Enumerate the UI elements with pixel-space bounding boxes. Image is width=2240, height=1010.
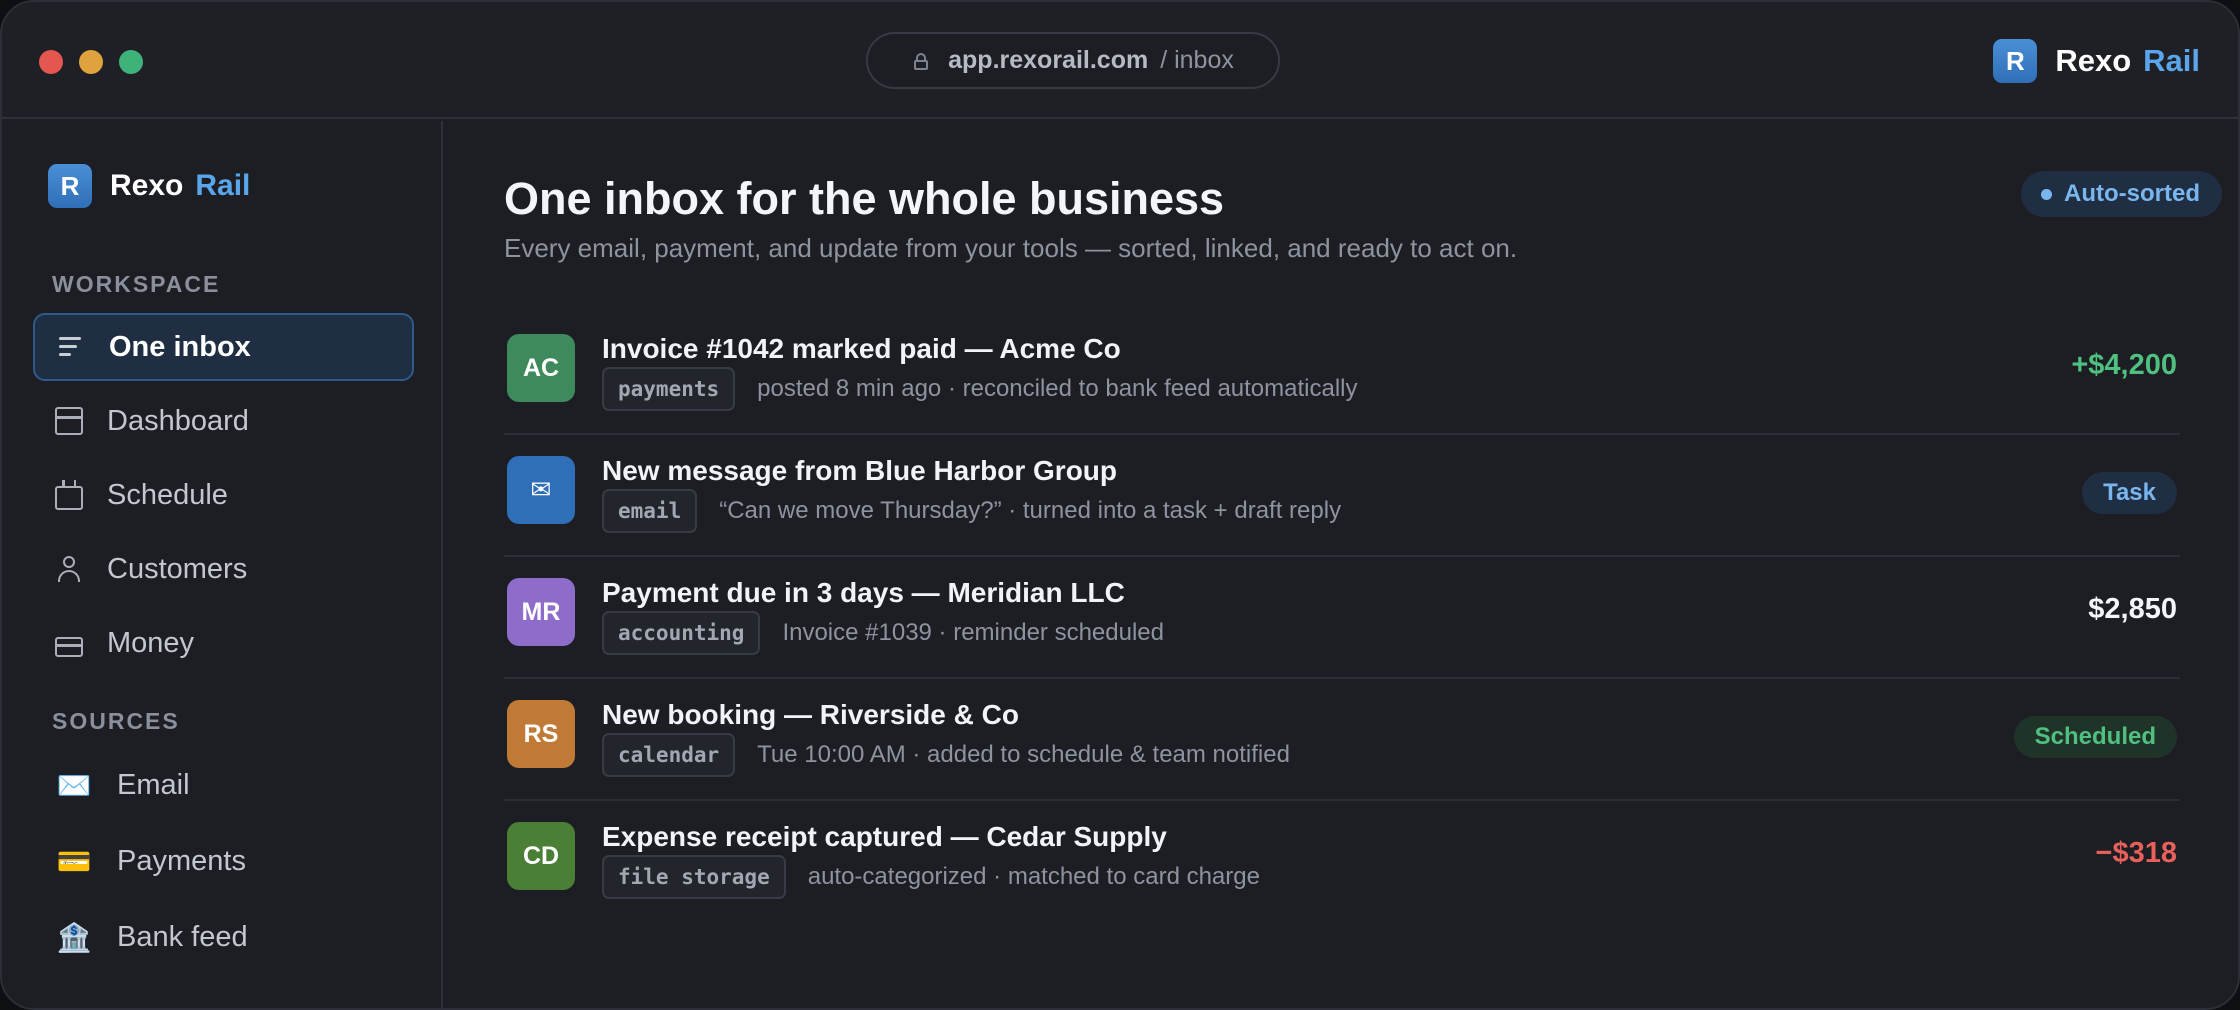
title-bar: app.rexorail.com / inbox R Rexo Rail <box>2 2 2238 119</box>
sidebar-brand[interactable]: R Rexo Rail <box>48 164 250 208</box>
auto-sorted-badge: Auto-sorted <box>2021 171 2222 217</box>
sidebar: R Rexo Rail WORKSPACE One inbox Dashboar… <box>2 121 443 1008</box>
sidebar-item-label: Bank feed <box>117 920 248 953</box>
row-amount: $2,850 <box>2088 593 2177 625</box>
section-label-workspace: WORKSPACE <box>52 271 221 297</box>
card-icon <box>55 637 83 657</box>
avatar: CD <box>507 822 575 890</box>
header-brand[interactable]: R Rexo Rail <box>1993 39 2200 83</box>
calendar-icon <box>55 480 83 510</box>
main-content: One inbox for the whole business Every e… <box>445 121 2238 1008</box>
sidebar-item-email[interactable]: ✉️ Email <box>33 751 414 819</box>
section-label-sources: SOURCES <box>52 708 180 734</box>
close-window-button[interactable] <box>39 50 63 74</box>
sidebar-item-label: Email <box>117 768 190 801</box>
window-controls <box>39 50 143 74</box>
source-tag: email <box>602 489 698 533</box>
row-meta: email “Can we move Thursday?” · turned i… <box>602 489 1341 533</box>
lock-icon <box>912 52 930 70</box>
row-meta-text: Tue 10:00 AM · added to schedule & team … <box>757 741 1290 768</box>
url-path: / inbox <box>1160 46 1234 74</box>
row-meta-text: “Can we move Thursday?” · turned into a … <box>719 497 1342 524</box>
avatar: MR <box>507 578 575 646</box>
source-tag: accounting <box>602 611 761 655</box>
row-meta-text: Invoice #1039 · reminder scheduled <box>782 619 1164 646</box>
status-badge[interactable]: Task <box>2082 472 2177 514</box>
row-meta: payments posted 8 min ago · reconciled t… <box>602 367 1358 411</box>
row-title: Invoice #1042 marked paid — Acme Co <box>602 333 1121 364</box>
badge-label: Auto-sorted <box>2064 180 2200 207</box>
row-title: New booking — Riverside & Co <box>602 699 1019 730</box>
sidebar-item-label: Payments <box>117 844 246 877</box>
row-meta: accounting Invoice #1039 · reminder sche… <box>602 611 1164 655</box>
avatar: AC <box>507 334 575 402</box>
inbox-row[interactable]: ✉ New message from Blue Harbor Group ema… <box>504 435 2180 557</box>
sidebar-item-label: Schedule <box>107 478 228 511</box>
sidebar-item-money[interactable]: Money <box>33 609 414 677</box>
app-window: app.rexorail.com / inbox R Rexo Rail R R… <box>0 0 2240 1010</box>
page-title: One inbox for the whole business <box>504 173 1225 224</box>
credit-card-icon: 💳 <box>56 845 92 877</box>
envelope-icon: ✉️ <box>56 769 92 801</box>
row-amount: −$318 <box>2095 837 2177 869</box>
source-tag: calendar <box>602 733 736 777</box>
row-amount: +$4,200 <box>2071 349 2177 381</box>
source-tag: payments <box>602 367 736 411</box>
inbox-row[interactable]: RS New booking — Riverside & Co calendar… <box>504 679 2180 801</box>
maximize-window-button[interactable] <box>119 50 143 74</box>
sidebar-item-customers[interactable]: Customers <box>33 535 414 603</box>
brand-logo-icon: R <box>48 164 92 208</box>
inbox-lines-icon <box>57 333 85 361</box>
user-icon <box>55 555 83 583</box>
brand-name: Rexo <box>110 169 184 202</box>
sidebar-item-dashboard[interactable]: Dashboard <box>33 387 414 455</box>
sidebar-item-label: One inbox <box>109 330 251 363</box>
row-title: New message from Blue Harbor Group <box>602 455 1118 486</box>
brand-name: Rexo <box>2055 43 2132 78</box>
url-host: app.rexorail.com <box>948 46 1149 74</box>
row-meta-text: posted 8 min ago · reconciled to bank fe… <box>757 375 1358 402</box>
inbox-feed: AC Invoice #1042 marked paid — Acme Co p… <box>504 313 2180 923</box>
brand-logo-icon: R <box>1993 39 2038 83</box>
page-subtitle: Every email, payment, and update from yo… <box>504 233 1518 263</box>
brand-accent: Rail <box>2143 43 2200 78</box>
bank-icon: 🏦 <box>56 921 92 953</box>
sidebar-item-schedule[interactable]: Schedule <box>33 461 414 529</box>
inbox-row[interactable]: AC Invoice #1042 marked paid — Acme Co p… <box>504 313 2180 435</box>
sidebar-item-bank-feed[interactable]: 🏦 Bank feed <box>33 903 414 971</box>
inbox-row[interactable]: CD Expense receipt captured — Cedar Supp… <box>504 801 2180 923</box>
sidebar-item-label: Dashboard <box>107 404 249 437</box>
envelope-avatar-icon: ✉ <box>507 456 575 524</box>
sidebar-item-payments[interactable]: 💳 Payments <box>33 827 414 895</box>
row-title: Expense receipt captured — Cedar Supply <box>602 821 1167 852</box>
dashboard-icon <box>55 407 83 435</box>
inbox-row[interactable]: MR Payment due in 3 days — Meridian LLC … <box>504 557 2180 679</box>
sidebar-item-label: Money <box>107 626 195 659</box>
avatar: RS <box>507 700 575 768</box>
row-meta: calendar Tue 10:00 AM · added to schedul… <box>602 733 1290 777</box>
brand-accent: Rail <box>195 169 251 202</box>
row-meta: file storage auto-categorized · matched … <box>602 855 1260 899</box>
status-badge[interactable]: Scheduled <box>2013 716 2177 758</box>
row-meta-text: auto-categorized · matched to card charg… <box>807 863 1260 890</box>
address-bar[interactable]: app.rexorail.com / inbox <box>866 32 1280 89</box>
status-dot-icon <box>2041 188 2053 200</box>
row-title: Payment due in 3 days — Meridian LLC <box>602 577 1125 608</box>
source-tag: file storage <box>602 855 786 899</box>
sidebar-item-one-inbox[interactable]: One inbox <box>33 313 414 381</box>
minimize-window-button[interactable] <box>79 50 103 74</box>
sidebar-item-label: Customers <box>107 552 248 585</box>
